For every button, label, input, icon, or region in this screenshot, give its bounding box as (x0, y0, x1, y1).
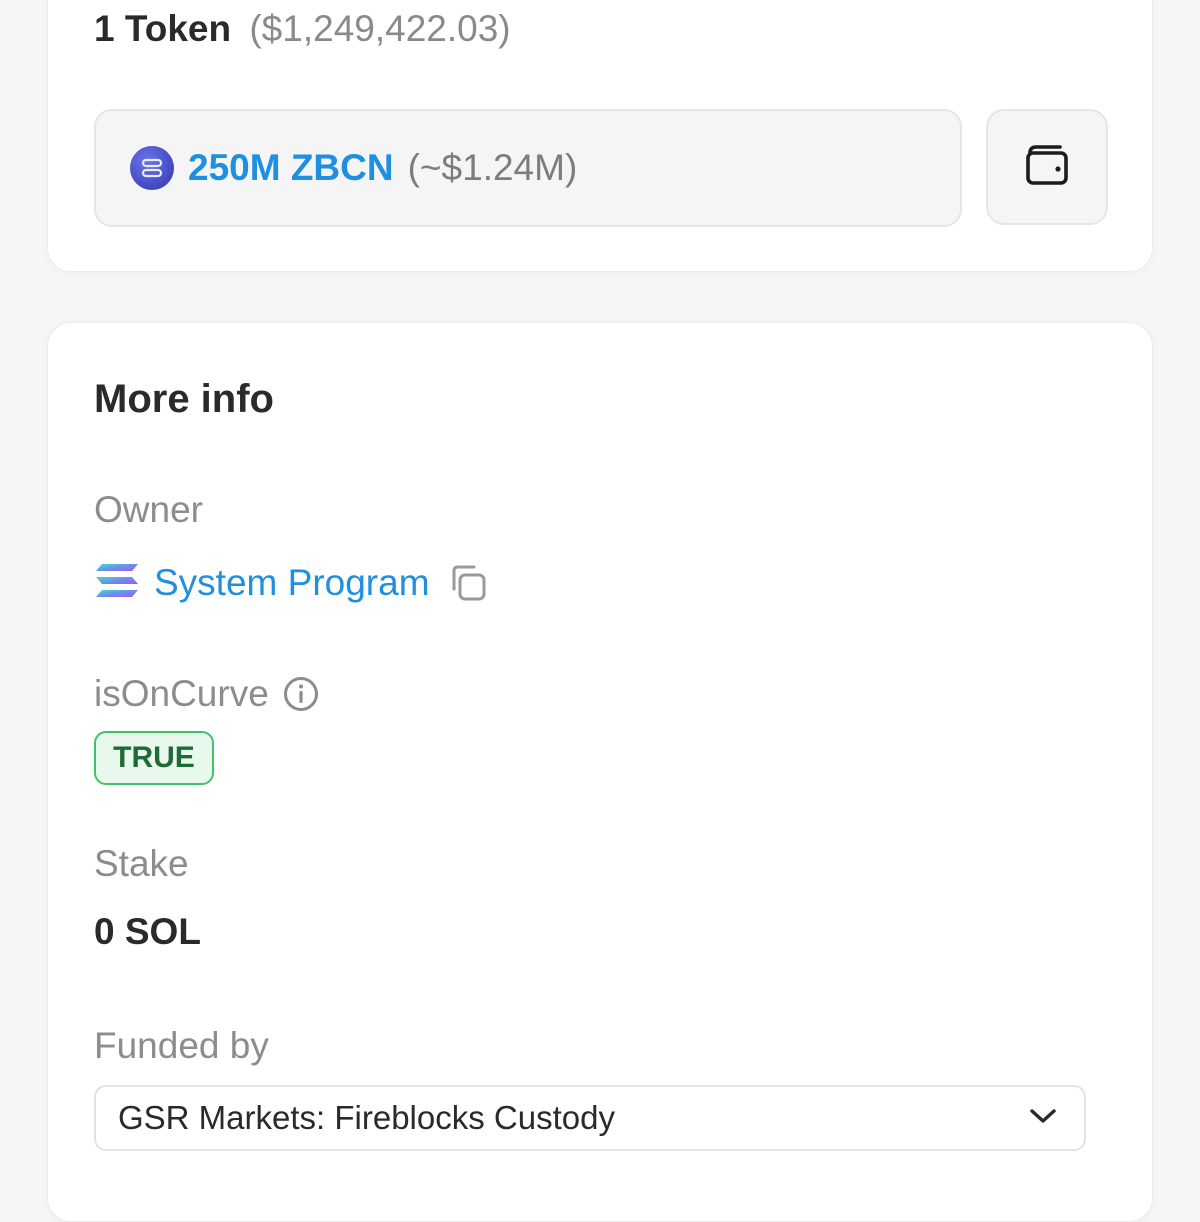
wallet-button[interactable] (986, 109, 1108, 225)
is-on-curve-badge: TRUE (94, 731, 214, 785)
info-icon[interactable] (283, 676, 319, 712)
solana-icon (94, 562, 140, 605)
funded-by-value: GSR Markets: Fireblocks Custody (118, 1099, 615, 1136)
stake-label: Stake (94, 843, 189, 884)
owner-link[interactable]: System Program (154, 562, 430, 604)
token-amount-usd: (~$1.24M) (407, 147, 578, 188)
more-info-card: More info Owner System Program isOnCurve… (47, 322, 1153, 1222)
funded-by-select[interactable]: GSR Markets: Fireblocks Custody (94, 1085, 1086, 1151)
token-amount: 250M ZBCN (188, 147, 394, 188)
holdings-card: 1 Token ($1,249,422.03) 250M ZBCN (~$1.2… (47, 0, 1153, 272)
token-summary: 1 Token ($1,249,422.03) (94, 5, 511, 53)
funded-by-label: Funded by (94, 1025, 269, 1066)
copy-icon[interactable] (448, 563, 488, 603)
token-total-usd: ($1,249,422.03) (249, 8, 511, 49)
chevron-down-icon (1028, 1106, 1058, 1131)
zbcn-token-icon (130, 146, 174, 190)
wallet-icon (1024, 143, 1070, 192)
is-on-curve-label: isOnCurve (94, 673, 319, 715)
token-holding-dropdown[interactable]: 250M ZBCN (~$1.24M) (94, 109, 962, 227)
stake-value: 0 SOL (94, 911, 201, 952)
is-on-curve-text: isOnCurve (94, 673, 269, 714)
owner-row: System Program (94, 559, 488, 607)
owner-label: Owner (94, 489, 203, 530)
token-count: 1 Token (94, 8, 232, 49)
section-title: More info (94, 377, 274, 421)
